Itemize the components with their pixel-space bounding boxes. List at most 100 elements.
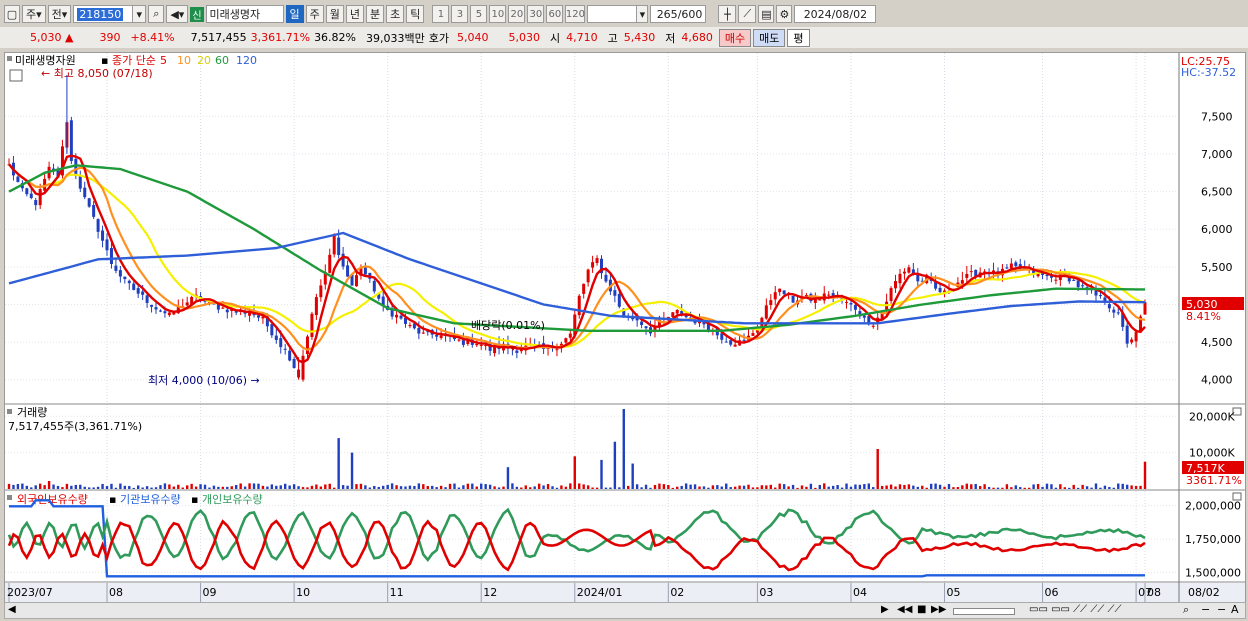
- candle-body: [764, 305, 768, 319]
- speaker-icon[interactable]: ◀▾: [166, 5, 189, 23]
- candle-body: [96, 219, 100, 232]
- zoom-reset-icon[interactable]: −: [1217, 603, 1226, 616]
- scroll-stop-icon[interactable]: ■: [917, 604, 926, 615]
- evaluation-button[interactable]: 평: [787, 28, 810, 47]
- view-mode-icons[interactable]: ▭▭ ▭▭ ⟋⟋ ⟋⟋ ⟋⟋: [1029, 604, 1122, 615]
- volume-bar: [217, 486, 220, 489]
- volume-bar: [355, 484, 358, 489]
- candle-body: [831, 293, 835, 296]
- x-tick-label: 05: [947, 586, 961, 599]
- scroll-range-slider[interactable]: [953, 608, 1015, 615]
- period-second[interactable]: 초: [386, 5, 405, 23]
- trade-amount: 39,033백만: [366, 31, 425, 45]
- buy-button[interactable]: 매수: [718, 28, 752, 47]
- period-week[interactable]: 주: [305, 5, 324, 23]
- interval-60[interactable]: 60: [546, 5, 564, 23]
- volume-bar: [578, 483, 581, 489]
- volume-bar: [551, 486, 554, 489]
- candle-body: [132, 283, 136, 290]
- volume-bar: [1085, 486, 1089, 489]
- volume-bar: [346, 485, 349, 489]
- volume-bar: [943, 486, 946, 489]
- interval-10[interactable]: 10: [489, 5, 507, 23]
- volume-bar: [912, 485, 915, 489]
- scroll-last-icon[interactable]: ▶▶: [931, 604, 946, 615]
- count-input[interactable]: 265/600: [650, 5, 707, 23]
- candle-body: [613, 290, 617, 296]
- scroll-left-icon[interactable]: ◀: [8, 604, 16, 615]
- type-select[interactable]: 전 ▾: [47, 5, 72, 23]
- stock-chart-svg[interactable]: 미래생명자원 ▪ 종가 단순 5 10 20 60 120 ← 최고 8,050…: [5, 53, 1245, 602]
- zoom-out-icon[interactable]: −: [1201, 603, 1210, 616]
- volume-bar: [333, 487, 336, 489]
- candle-body: [862, 315, 866, 318]
- gear-icon[interactable]: ⚙: [776, 5, 793, 23]
- custom-interval-dropdown-icon[interactable]: ▾: [636, 5, 649, 23]
- interval-120[interactable]: 120: [565, 5, 586, 23]
- period-minute[interactable]: 분: [366, 5, 385, 23]
- calculator-icon[interactable]: [9, 69, 23, 82]
- window-menu-icon[interactable]: ▢: [4, 5, 20, 23]
- candle-body: [595, 258, 599, 263]
- candle-body: [274, 335, 278, 341]
- price-tick-label: 7,000: [1201, 148, 1233, 161]
- candle-body: [399, 315, 403, 319]
- search-icon[interactable]: ⌕: [148, 5, 165, 23]
- candle-type-icon[interactable]: ┼: [718, 5, 737, 23]
- volume-bar: [1032, 484, 1035, 489]
- font-size-icon[interactable]: A: [1231, 603, 1239, 616]
- stock-name-field[interactable]: 미래생명자: [205, 5, 284, 23]
- code-input[interactable]: 218150: [73, 5, 134, 23]
- inst-legend: ▪ 기관보유수량: [109, 493, 181, 506]
- volume-bar: [431, 485, 434, 489]
- candle-body: [372, 280, 376, 292]
- candle-body: [292, 358, 296, 368]
- interval-20[interactable]: 20: [508, 5, 526, 23]
- volume-bar: [529, 487, 532, 489]
- price-change: 390: [99, 31, 121, 44]
- volume-bar: [12, 484, 15, 489]
- period-year[interactable]: 년: [345, 5, 365, 23]
- candle-body: [127, 280, 131, 284]
- market-select[interactable]: 주 ▾: [22, 5, 46, 23]
- candle-body: [319, 285, 323, 298]
- chart-area[interactable]: 미래생명자원 ▪ 종가 단순 5 10 20 60 120 ← 최고 8,050…: [4, 52, 1246, 603]
- candle-body: [773, 292, 777, 300]
- hc-label: HC:-37.52: [1181, 66, 1236, 79]
- scroll-right-icon[interactable]: ▶: [881, 604, 889, 615]
- save-icon[interactable]: ▤: [758, 5, 775, 23]
- volume-bar: [537, 483, 541, 489]
- chart-scrollbar[interactable]: ◀ ▶ ◀◀ ■ ▶▶ ▭▭ ▭▭ ⟋⟋ ⟋⟋ ⟋⟋ ⌕ − − A: [4, 602, 1246, 619]
- interval-3[interactable]: 3: [451, 5, 469, 23]
- volume-bar: [123, 485, 127, 489]
- candle-body: [74, 158, 78, 176]
- candle-body: [38, 189, 42, 206]
- volume-bar: [555, 487, 559, 489]
- volume-bar: [573, 456, 576, 489]
- holding-axis: 2,000,000 1,750,000 1,500,000: [1185, 500, 1241, 580]
- zoom-search-icon[interactable]: ⌕: [1183, 603, 1189, 617]
- code-dropdown-icon[interactable]: ▾: [132, 5, 147, 23]
- ask-price: 5,040: [457, 31, 489, 44]
- x-tick-label: 06: [1045, 586, 1059, 599]
- period-tick[interactable]: 틱: [406, 5, 425, 23]
- candle-body: [109, 248, 113, 265]
- volume-bar: [872, 487, 875, 489]
- candle-body: [671, 312, 675, 317]
- scroll-first-icon[interactable]: ◀◀: [897, 604, 912, 615]
- interval-30[interactable]: 30: [527, 5, 545, 23]
- count-value: 265: [656, 7, 678, 21]
- volume-bar: [270, 484, 274, 489]
- interval-5[interactable]: 5: [470, 5, 488, 23]
- interval-1[interactable]: 1: [432, 5, 450, 23]
- period-month[interactable]: 월: [325, 5, 344, 23]
- custom-interval-input[interactable]: [587, 5, 638, 23]
- volume-bar: [25, 485, 29, 489]
- sell-button[interactable]: 매도: [753, 28, 786, 47]
- period-day[interactable]: 일: [285, 5, 304, 23]
- candle-body: [778, 288, 782, 293]
- volume-bar: [863, 484, 866, 489]
- draw-tool-icon[interactable]: ⟋: [738, 5, 757, 23]
- open-label: 시: [550, 31, 561, 45]
- date-input[interactable]: 2024/08/02: [794, 5, 877, 23]
